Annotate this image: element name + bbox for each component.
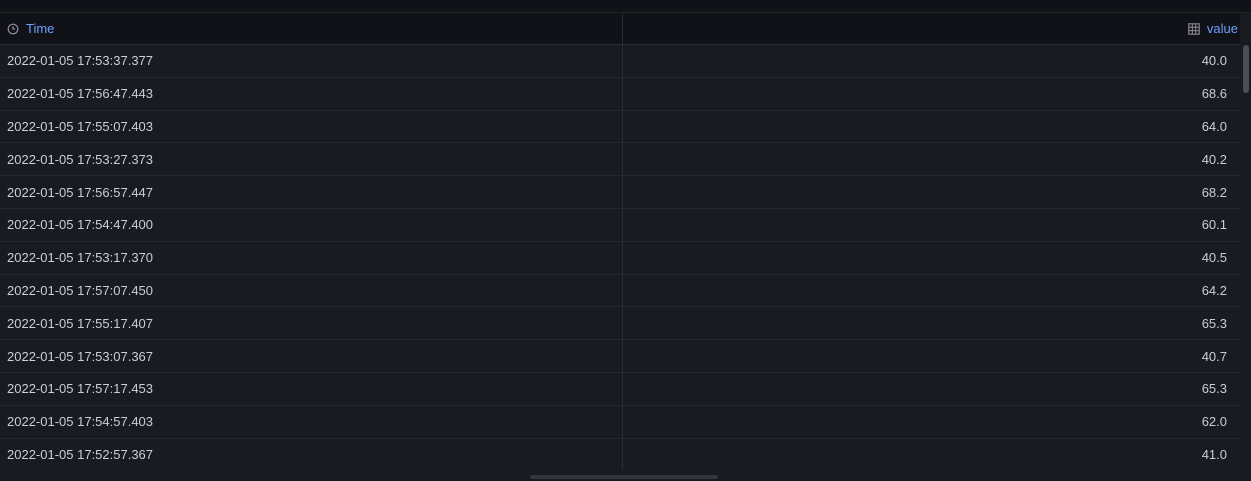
horizontal-scrollbar-thumb[interactable] xyxy=(530,475,718,479)
time-cell: 2022-01-05 17:55:17.407 xyxy=(0,307,623,340)
table-row[interactable]: 2022-01-05 17:56:47.443 68.6 xyxy=(0,77,1240,111)
time-cell: 2022-01-05 17:52:57.367 xyxy=(0,438,623,470)
table-row[interactable]: 2022-01-05 17:57:17.453 65.3 xyxy=(0,372,1240,406)
value-cell: 40.0 xyxy=(1201,53,1227,69)
table-icon xyxy=(1188,22,1200,35)
vertical-scrollbar-thumb[interactable] xyxy=(1243,45,1249,93)
value-cell: 40.7 xyxy=(1201,348,1227,364)
value-cell: 64.0 xyxy=(1201,118,1227,134)
table-row[interactable]: 2022-01-05 17:53:27.373 40.2 xyxy=(0,143,1240,177)
table-header: Time value xyxy=(0,13,1240,45)
time-cell: 2022-01-05 17:54:57.403 xyxy=(0,405,623,438)
table-row[interactable]: 2022-01-05 17:53:37.377 40.0 xyxy=(0,45,1240,78)
table-row[interactable]: 2022-01-05 17:57:07.450 64.2 xyxy=(0,274,1240,308)
table-row[interactable]: 2022-01-05 17:55:07.403 64.0 xyxy=(0,110,1240,144)
time-cell: 2022-01-05 17:56:47.443 xyxy=(0,77,623,110)
table-row[interactable]: 2022-01-05 17:56:57.447 68.2 xyxy=(0,176,1240,209)
value-cell: 65.3 xyxy=(1201,315,1227,331)
value-cell: 40.2 xyxy=(1201,151,1227,167)
column-header-time-label: Time xyxy=(26,21,55,36)
time-cell: 2022-01-05 17:55:07.403 xyxy=(0,110,623,143)
table-panel: Time value 2022-01-05 17:53:37.377 40.0 20… xyxy=(0,12,1251,481)
time-cell: 2022-01-05 17:53:27.373 xyxy=(0,143,623,176)
value-cell: 62.0 xyxy=(1201,414,1227,430)
value-cell: 60.1 xyxy=(1201,217,1227,233)
value-cell: 64.2 xyxy=(1201,282,1227,298)
time-cell: 2022-01-05 17:53:17.370 xyxy=(0,241,623,274)
table-row[interactable]: 2022-01-05 17:53:07.367 40.7 xyxy=(0,340,1240,373)
table-row[interactable]: 2022-01-05 17:54:47.400 60.1 xyxy=(0,208,1240,242)
value-cell: 65.3 xyxy=(1201,381,1227,397)
table-row[interactable]: 2022-01-05 17:54:57.403 62.0 xyxy=(0,405,1240,439)
column-header-time[interactable]: Time xyxy=(0,13,623,44)
time-cell: 2022-01-05 17:57:07.450 xyxy=(0,274,623,307)
time-cell: 2022-01-05 17:54:47.400 xyxy=(0,208,623,241)
time-cell: 2022-01-05 17:56:57.447 xyxy=(0,176,623,208)
vertical-scrollbar[interactable] xyxy=(1241,45,1249,470)
value-cell: 68.6 xyxy=(1201,86,1227,102)
data-table: Time value 2022-01-05 17:53:37.377 40.0 20… xyxy=(0,13,1240,470)
column-header-value[interactable]: value xyxy=(623,13,1240,44)
time-cell: 2022-01-05 17:53:37.377 xyxy=(0,45,623,77)
clock-icon xyxy=(7,23,19,35)
table-row[interactable]: 2022-01-05 17:55:17.407 65.3 xyxy=(0,307,1240,341)
value-cell: 40.5 xyxy=(1201,250,1227,266)
column-header-value-label: value xyxy=(1206,21,1238,36)
table-row[interactable]: 2022-01-05 17:53:17.370 40.5 xyxy=(0,241,1240,275)
time-cell: 2022-01-05 17:53:07.367 xyxy=(0,340,623,372)
value-cell: 68.2 xyxy=(1201,184,1227,200)
value-cell: 41.0 xyxy=(1201,446,1227,462)
time-cell: 2022-01-05 17:57:17.453 xyxy=(0,372,623,405)
table-row[interactable]: 2022-01-05 17:52:57.367 41.0 xyxy=(0,438,1240,470)
table-body: 2022-01-05 17:53:37.377 40.0 2022-01-05 17… xyxy=(0,45,1240,470)
